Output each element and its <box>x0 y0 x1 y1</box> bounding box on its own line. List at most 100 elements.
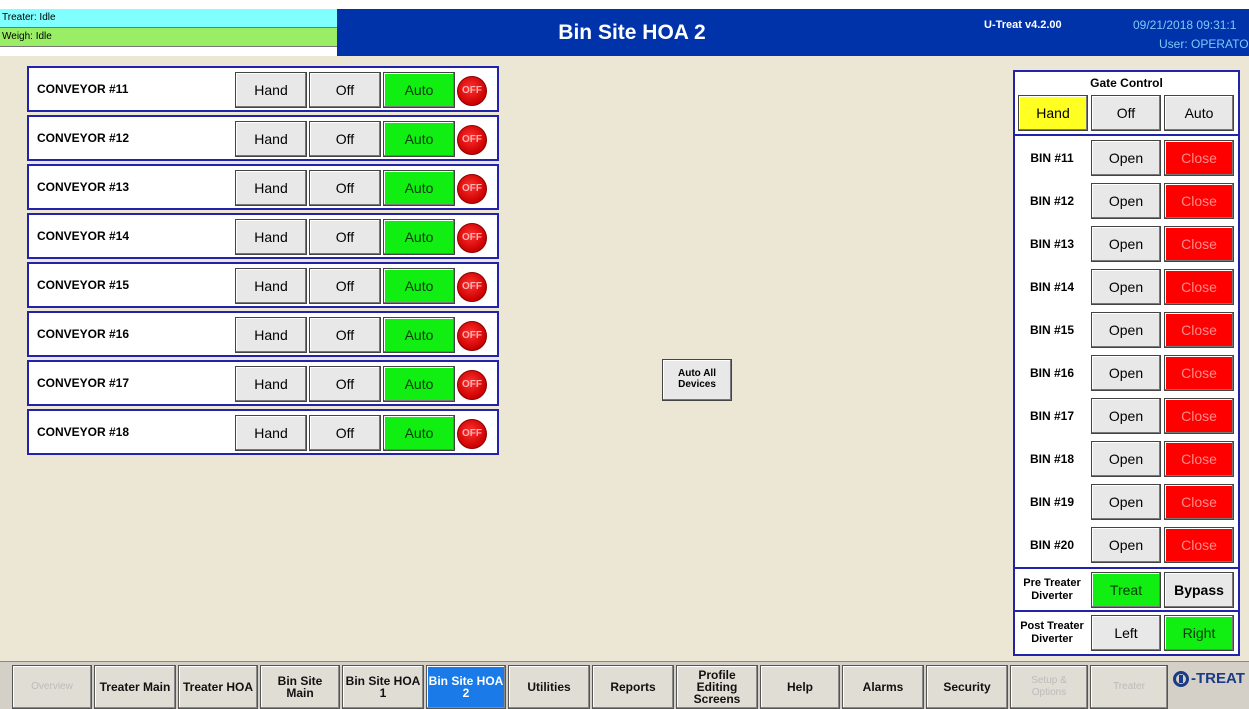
bin-open-button[interactable]: Open <box>1091 140 1161 176</box>
bin-label: BIN #13 <box>1029 237 1075 251</box>
nav-label: Setup & <box>1031 675 1067 686</box>
conveyor-hand-button[interactable]: Hand <box>235 72 307 108</box>
nav-treater-main[interactable]: Treater Main <box>94 665 176 709</box>
conveyor-off-button[interactable]: Off <box>309 72 381 108</box>
conveyor-hand-button[interactable]: Hand <box>235 121 307 157</box>
conveyor-hand-button[interactable]: Hand <box>235 268 307 304</box>
bin-open-button[interactable]: Open <box>1091 398 1161 434</box>
nav-label: 1 <box>379 686 387 700</box>
nav-label: Utilities <box>527 680 571 694</box>
nav-label: Overview <box>31 681 73 692</box>
nav-overview[interactable]: Overview <box>12 665 92 709</box>
gate-auto-button[interactable]: Auto <box>1164 95 1234 131</box>
bin-close-button[interactable]: Close <box>1164 527 1234 563</box>
conveyor-off-indicator: OFF <box>457 125 487 155</box>
gate-divider <box>1015 610 1238 612</box>
post-treater-right-button[interactable]: Right <box>1164 615 1234 651</box>
nav-alarms[interactable]: Alarms <box>842 665 924 709</box>
conveyor-off-button[interactable]: Off <box>309 121 381 157</box>
conveyor-auto-button[interactable]: Auto <box>383 415 455 451</box>
conveyor-row-13: CONVEYOR #13 Hand Off Auto OFF <box>27 164 499 210</box>
nav-reports[interactable]: Reports <box>592 665 674 709</box>
pre-treater-treat-button[interactable]: Treat <box>1091 572 1161 608</box>
nav-label: Alarms <box>862 680 904 694</box>
bin-close-button[interactable]: Close <box>1164 183 1234 219</box>
conveyor-off-button[interactable]: Off <box>309 219 381 255</box>
version-label: U-Treat v4.2.00 <box>984 19 1062 31</box>
bin-label: BIN #16 <box>1029 366 1075 380</box>
conveyor-off-button[interactable]: Off <box>309 415 381 451</box>
bin-close-button[interactable]: Close <box>1164 226 1234 262</box>
post-treater-line2: Diverter <box>1031 633 1073 645</box>
bin-close-button[interactable]: Close <box>1164 312 1234 348</box>
bin-close-button[interactable]: Close <box>1164 140 1234 176</box>
nav-label: Options <box>1031 687 1067 698</box>
bin-close-button[interactable]: Close <box>1164 398 1234 434</box>
conveyor-hand-button[interactable]: Hand <box>235 415 307 451</box>
conveyor-auto-button[interactable]: Auto <box>383 72 455 108</box>
gate-hand-button[interactable]: Hand <box>1018 95 1088 131</box>
bin-label: BIN #11 <box>1030 151 1074 165</box>
conveyor-auto-button[interactable]: Auto <box>383 219 455 255</box>
bin-close-button[interactable]: Close <box>1164 441 1234 477</box>
conveyor-auto-button[interactable]: Auto <box>383 317 455 353</box>
bin-close-button[interactable]: Close <box>1164 355 1234 391</box>
bin-open-button[interactable]: Open <box>1091 183 1161 219</box>
datetime-label: 09/21/2018 09:31:1 <box>1133 18 1237 32</box>
conveyor-off-indicator: OFF <box>457 370 487 400</box>
nav-treater[interactable]: Treater <box>1090 665 1168 709</box>
nav-profile-editing-screens[interactable]: Profile Editing Screens <box>676 665 758 709</box>
nav-bin-site-hoa-1[interactable]: Bin Site HOA 1 <box>342 665 424 709</box>
conveyor-off-button[interactable]: Off <box>309 317 381 353</box>
pre-treater-line2: Diverter <box>1031 590 1073 602</box>
conveyor-auto-button[interactable]: Auto <box>383 170 455 206</box>
pre-treater-bypass-button[interactable]: Bypass <box>1164 572 1234 608</box>
title-bar: Bin Site HOA 2 U-Treat v4.2.00 09/21/201… <box>337 9 1249 56</box>
bin-open-button[interactable]: Open <box>1091 312 1161 348</box>
bin-open-button[interactable]: Open <box>1091 269 1161 305</box>
gate-off-button[interactable]: Off <box>1091 95 1161 131</box>
conveyor-off-button[interactable]: Off <box>309 268 381 304</box>
conveyor-row-16: CONVEYOR #16 Hand Off Auto OFF <box>27 311 499 357</box>
bin-open-button[interactable]: Open <box>1091 484 1161 520</box>
conveyor-auto-button[interactable]: Auto <box>383 121 455 157</box>
post-treater-left-button[interactable]: Left <box>1091 615 1161 651</box>
conveyor-hand-button[interactable]: Hand <box>235 317 307 353</box>
bin-close-button[interactable]: Close <box>1164 269 1234 305</box>
conveyor-off-indicator: OFF <box>457 174 487 204</box>
bin-open-button[interactable]: Open <box>1091 527 1161 563</box>
conveyor-auto-button[interactable]: Auto <box>383 366 455 402</box>
conveyor-off-button[interactable]: Off <box>309 366 381 402</box>
bin-close-button[interactable]: Close <box>1164 484 1234 520</box>
conveyor-hand-button[interactable]: Hand <box>235 170 307 206</box>
conveyor-hand-button[interactable]: Hand <box>235 366 307 402</box>
main-area: CONVEYOR #11 Hand Off Auto OFF CONVEYOR … <box>0 56 1249 661</box>
nav-label: Main <box>286 686 314 700</box>
bin-open-button[interactable]: Open <box>1091 441 1161 477</box>
nav-help[interactable]: Help <box>760 665 840 709</box>
nav-security[interactable]: Security <box>926 665 1008 709</box>
bin-open-button[interactable]: Open <box>1091 226 1161 262</box>
conveyor-row-11: CONVEYOR #11 Hand Off Auto OFF <box>27 66 499 112</box>
auto-all-devices-button[interactable]: Auto All Devices <box>662 359 732 401</box>
bin-label: BIN #19 <box>1029 495 1075 509</box>
nav-treater-hoa[interactable]: Treater HOA <box>178 665 258 709</box>
gate-divider <box>1015 134 1238 136</box>
nav-utilities[interactable]: Utilities <box>508 665 590 709</box>
auto-all-line1: Auto All <box>678 368 716 379</box>
conveyor-row-14: CONVEYOR #14 Hand Off Auto OFF <box>27 213 499 259</box>
conveyor-label: CONVEYOR #15 <box>37 278 130 292</box>
auto-all-line2: Devices <box>678 379 716 390</box>
nav-bin-site-main[interactable]: Bin Site Main <box>260 665 340 709</box>
nav-setup-options[interactable]: Setup & Options <box>1010 665 1088 709</box>
conveyor-off-button[interactable]: Off <box>309 170 381 206</box>
nav-bin-site-hoa-2[interactable]: Bin Site HOA 2 <box>426 665 506 709</box>
conveyor-label: CONVEYOR #18 <box>37 425 130 439</box>
nav-label: Reports <box>610 680 656 694</box>
bin-open-button[interactable]: Open <box>1091 355 1161 391</box>
conveyor-hand-button[interactable]: Hand <box>235 219 307 255</box>
conveyor-row-12: CONVEYOR #12 Hand Off Auto OFF <box>27 115 499 161</box>
nav-label: Treater <box>1113 681 1145 692</box>
post-treater-diverter-label: Post Treater Diverter <box>1016 620 1088 646</box>
conveyor-auto-button[interactable]: Auto <box>383 268 455 304</box>
